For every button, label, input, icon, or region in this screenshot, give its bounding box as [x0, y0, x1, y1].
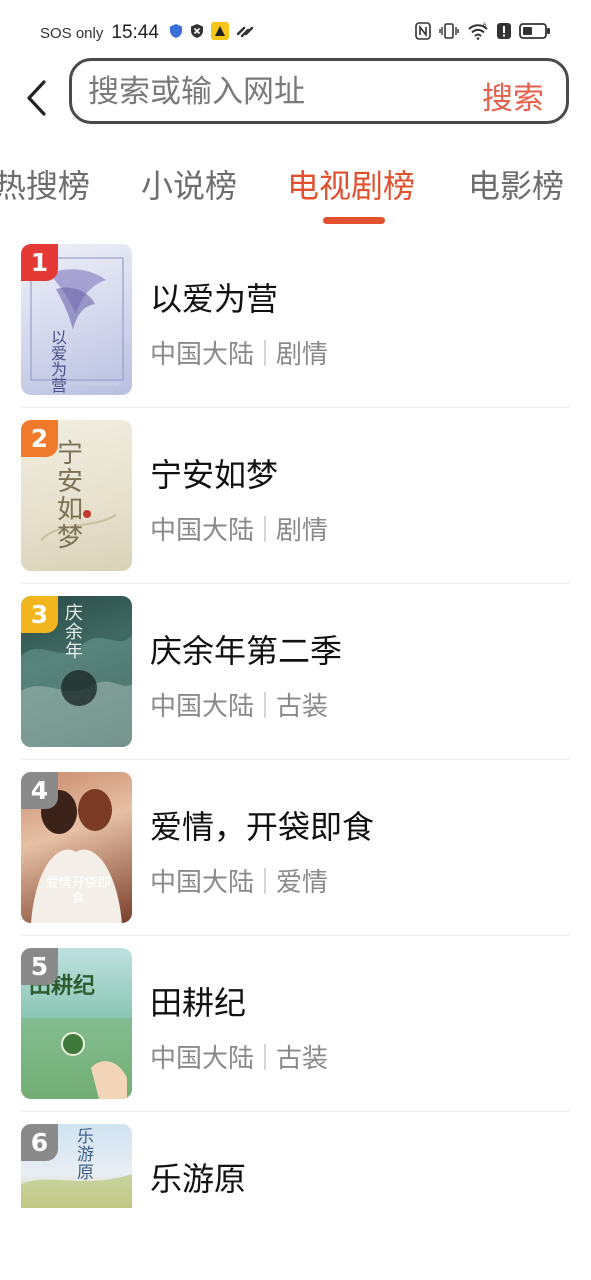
poster-image: 以爱为营 1: [21, 244, 132, 395]
item-title: 宁安如梦: [150, 456, 279, 494]
tab-novel[interactable]: 小说榜: [141, 161, 237, 207]
rank-badge: 2: [21, 420, 58, 457]
item-region: 中国大陆: [150, 516, 255, 546]
poster-text: 爱情开袋即食: [45, 876, 111, 906]
nfc-icon: [415, 22, 431, 44]
item-genre: 古装: [276, 1044, 329, 1074]
item-region: 中国大陆: [150, 692, 255, 722]
link-icon: [235, 23, 255, 43]
vibrate-icon: [439, 22, 459, 44]
item-title: 爱情，开袋即食: [150, 808, 375, 846]
shield-check-icon: [169, 23, 183, 43]
search-input[interactable]: [88, 71, 448, 113]
tab-movie[interactable]: 电影榜: [468, 161, 564, 207]
search-button[interactable]: 搜索: [482, 73, 544, 118]
poster-image: 庆余年 3: [21, 596, 132, 747]
item-genre: 古装: [276, 692, 329, 722]
poster-text: 宁安如梦: [57, 439, 84, 553]
list-item[interactable]: 以爱为营 1 以爱为营 中国大陆 剧情: [0, 232, 591, 408]
rank-badge: 6: [21, 1124, 58, 1161]
item-genre: 爱情: [276, 868, 329, 898]
item-title: 田耕纪: [150, 984, 247, 1022]
carrier-text: SOS only: [40, 24, 104, 42]
yellow-app-icon: [210, 22, 229, 44]
list-item[interactable]: 庆余年 3 庆余年第二季 中国大陆 古装: [0, 584, 591, 760]
active-tab-indicator: [323, 217, 385, 224]
item-genre: 剧情: [276, 516, 329, 546]
item-meta: 中国大陆 剧情: [150, 334, 328, 371]
poster-image: 乐游原 6: [21, 1124, 132, 1208]
poster-image: 田耕纪 5: [21, 948, 132, 1099]
item-genre: 剧情: [276, 340, 329, 370]
item-region: 中国大陆: [150, 340, 255, 370]
list-item[interactable]: 宁安如梦 2 宁安如梦 中国大陆 剧情: [0, 408, 591, 584]
item-title: 以爱为营: [150, 280, 279, 318]
poster-text: 乐游原: [77, 1127, 94, 1183]
meta-separator: [264, 691, 267, 718]
poster-image: 爱情开袋即食 4: [21, 772, 132, 923]
ranking-tabs: 热搜榜 小说榜 电视剧榜 电影榜: [0, 155, 591, 225]
meta-separator: [264, 515, 267, 542]
item-meta: 中国大陆 剧情: [150, 510, 328, 547]
close-circle-icon: [189, 23, 205, 43]
list-item[interactable]: 乐游原 6 乐游原: [0, 1112, 591, 1208]
clock-time: 15:44: [111, 22, 159, 43]
status-right: 6: [415, 20, 551, 46]
status-bar: SOS only 15:44 6: [0, 0, 591, 66]
tab-tv-series[interactable]: 电视剧榜: [287, 161, 415, 207]
status-left: SOS only 15:44: [40, 20, 255, 46]
wifi-icon: 6: [467, 22, 489, 44]
poster-text: 庆余年: [65, 603, 83, 662]
rank-badge: 5: [21, 948, 58, 985]
poster-text: 以爱为营: [51, 328, 68, 395]
item-title: 庆余年第二季: [150, 632, 343, 670]
battery-icon: [519, 22, 551, 44]
list-item[interactable]: 爱情开袋即食 4 爱情，开袋即食 中国大陆 爱情: [0, 760, 591, 936]
item-region: 中国大陆: [150, 868, 255, 898]
tab-hot-search[interactable]: 热搜榜: [0, 161, 90, 207]
chevron-left-icon: [25, 79, 47, 121]
rank-badge: 4: [21, 772, 58, 809]
poster-image: 宁安如梦 2: [21, 420, 132, 571]
item-meta: 中国大陆 古装: [150, 1038, 328, 1075]
meta-separator: [264, 867, 267, 894]
meta-separator: [264, 1043, 267, 1070]
item-meta: 中国大陆 古装: [150, 686, 328, 723]
rank-badge: 1: [21, 244, 58, 281]
item-region: 中国大陆: [150, 1044, 255, 1074]
alert-icon: [497, 22, 511, 44]
rank-badge: 3: [21, 596, 58, 633]
search-bar: 搜索: [69, 58, 569, 124]
back-button[interactable]: [18, 76, 54, 124]
item-title: 乐游原: [150, 1160, 247, 1198]
item-meta: 中国大陆 爱情: [150, 862, 328, 899]
list-item[interactable]: 田耕纪 5 田耕纪 中国大陆 古装: [0, 936, 591, 1112]
meta-separator: [264, 339, 267, 366]
